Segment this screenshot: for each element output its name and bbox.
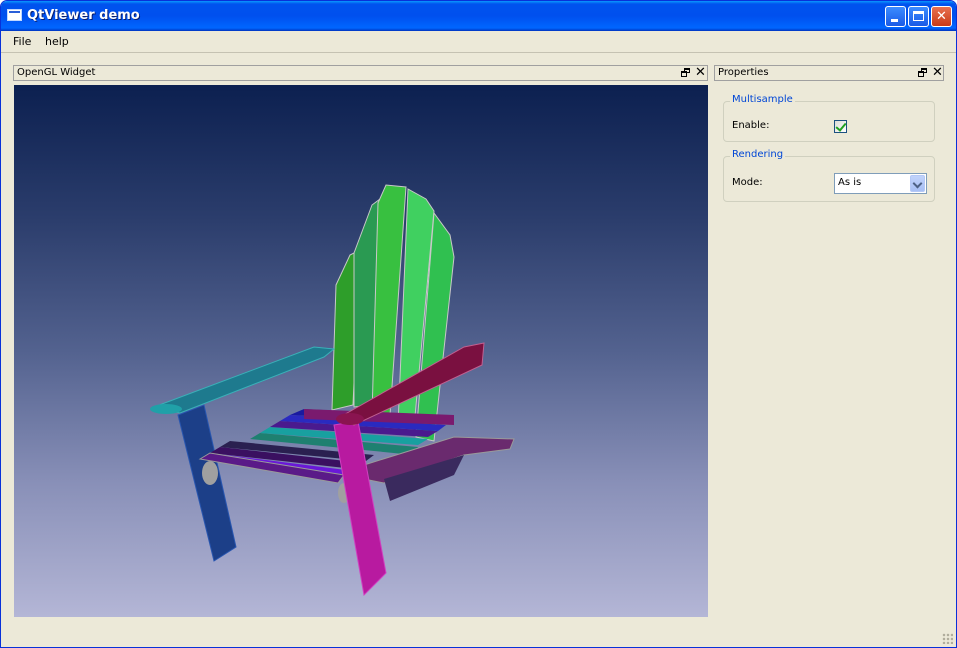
rendering-group-title: Rendering: [730, 149, 786, 160]
app-icon: [7, 9, 22, 21]
opengl-dock-title: OpenGL Widget: [17, 67, 96, 78]
menu-help[interactable]: help: [45, 35, 69, 48]
mode-label: Mode:: [732, 177, 763, 188]
float-icon[interactable]: [918, 68, 927, 77]
chevron-down-icon[interactable]: [910, 175, 925, 192]
properties-dock-header[interactable]: Properties ✕: [714, 65, 944, 81]
multisample-group-title: Multisample: [730, 94, 795, 105]
window-title: QtViewer demo: [27, 8, 140, 23]
properties-dock-title: Properties: [718, 67, 769, 78]
maximize-button[interactable]: [908, 6, 929, 27]
app-window: QtViewer demo ✕ File help OpenGL Widget …: [0, 0, 957, 648]
menu-bar: File help: [1, 31, 956, 53]
minimize-icon: [891, 19, 898, 22]
opengl-dock-header[interactable]: OpenGL Widget ✕: [13, 65, 708, 81]
chair-model: [150, 184, 515, 597]
rendering-group: Rendering Mode: As is: [723, 149, 935, 202]
checkmark-icon: [835, 120, 847, 132]
resize-grip[interactable]: [942, 633, 953, 644]
mode-select-value: As is: [838, 177, 862, 188]
enable-checkbox[interactable]: [834, 120, 847, 133]
mode-select[interactable]: As is: [834, 173, 927, 194]
maximize-icon: [913, 11, 924, 21]
opengl-viewport[interactable]: [14, 85, 708, 617]
menu-file[interactable]: File: [13, 35, 31, 48]
close-button[interactable]: ✕: [931, 6, 952, 27]
float-icon[interactable]: [681, 68, 690, 77]
minimize-button[interactable]: [885, 6, 906, 27]
enable-label: Enable:: [732, 120, 770, 131]
title-bar[interactable]: QtViewer demo ✕: [1, 1, 956, 31]
dock-close-icon[interactable]: ✕: [932, 65, 943, 80]
multisample-group: Multisample Enable:: [723, 94, 935, 142]
dock-close-icon[interactable]: ✕: [695, 65, 706, 80]
close-icon: ✕: [936, 9, 947, 24]
